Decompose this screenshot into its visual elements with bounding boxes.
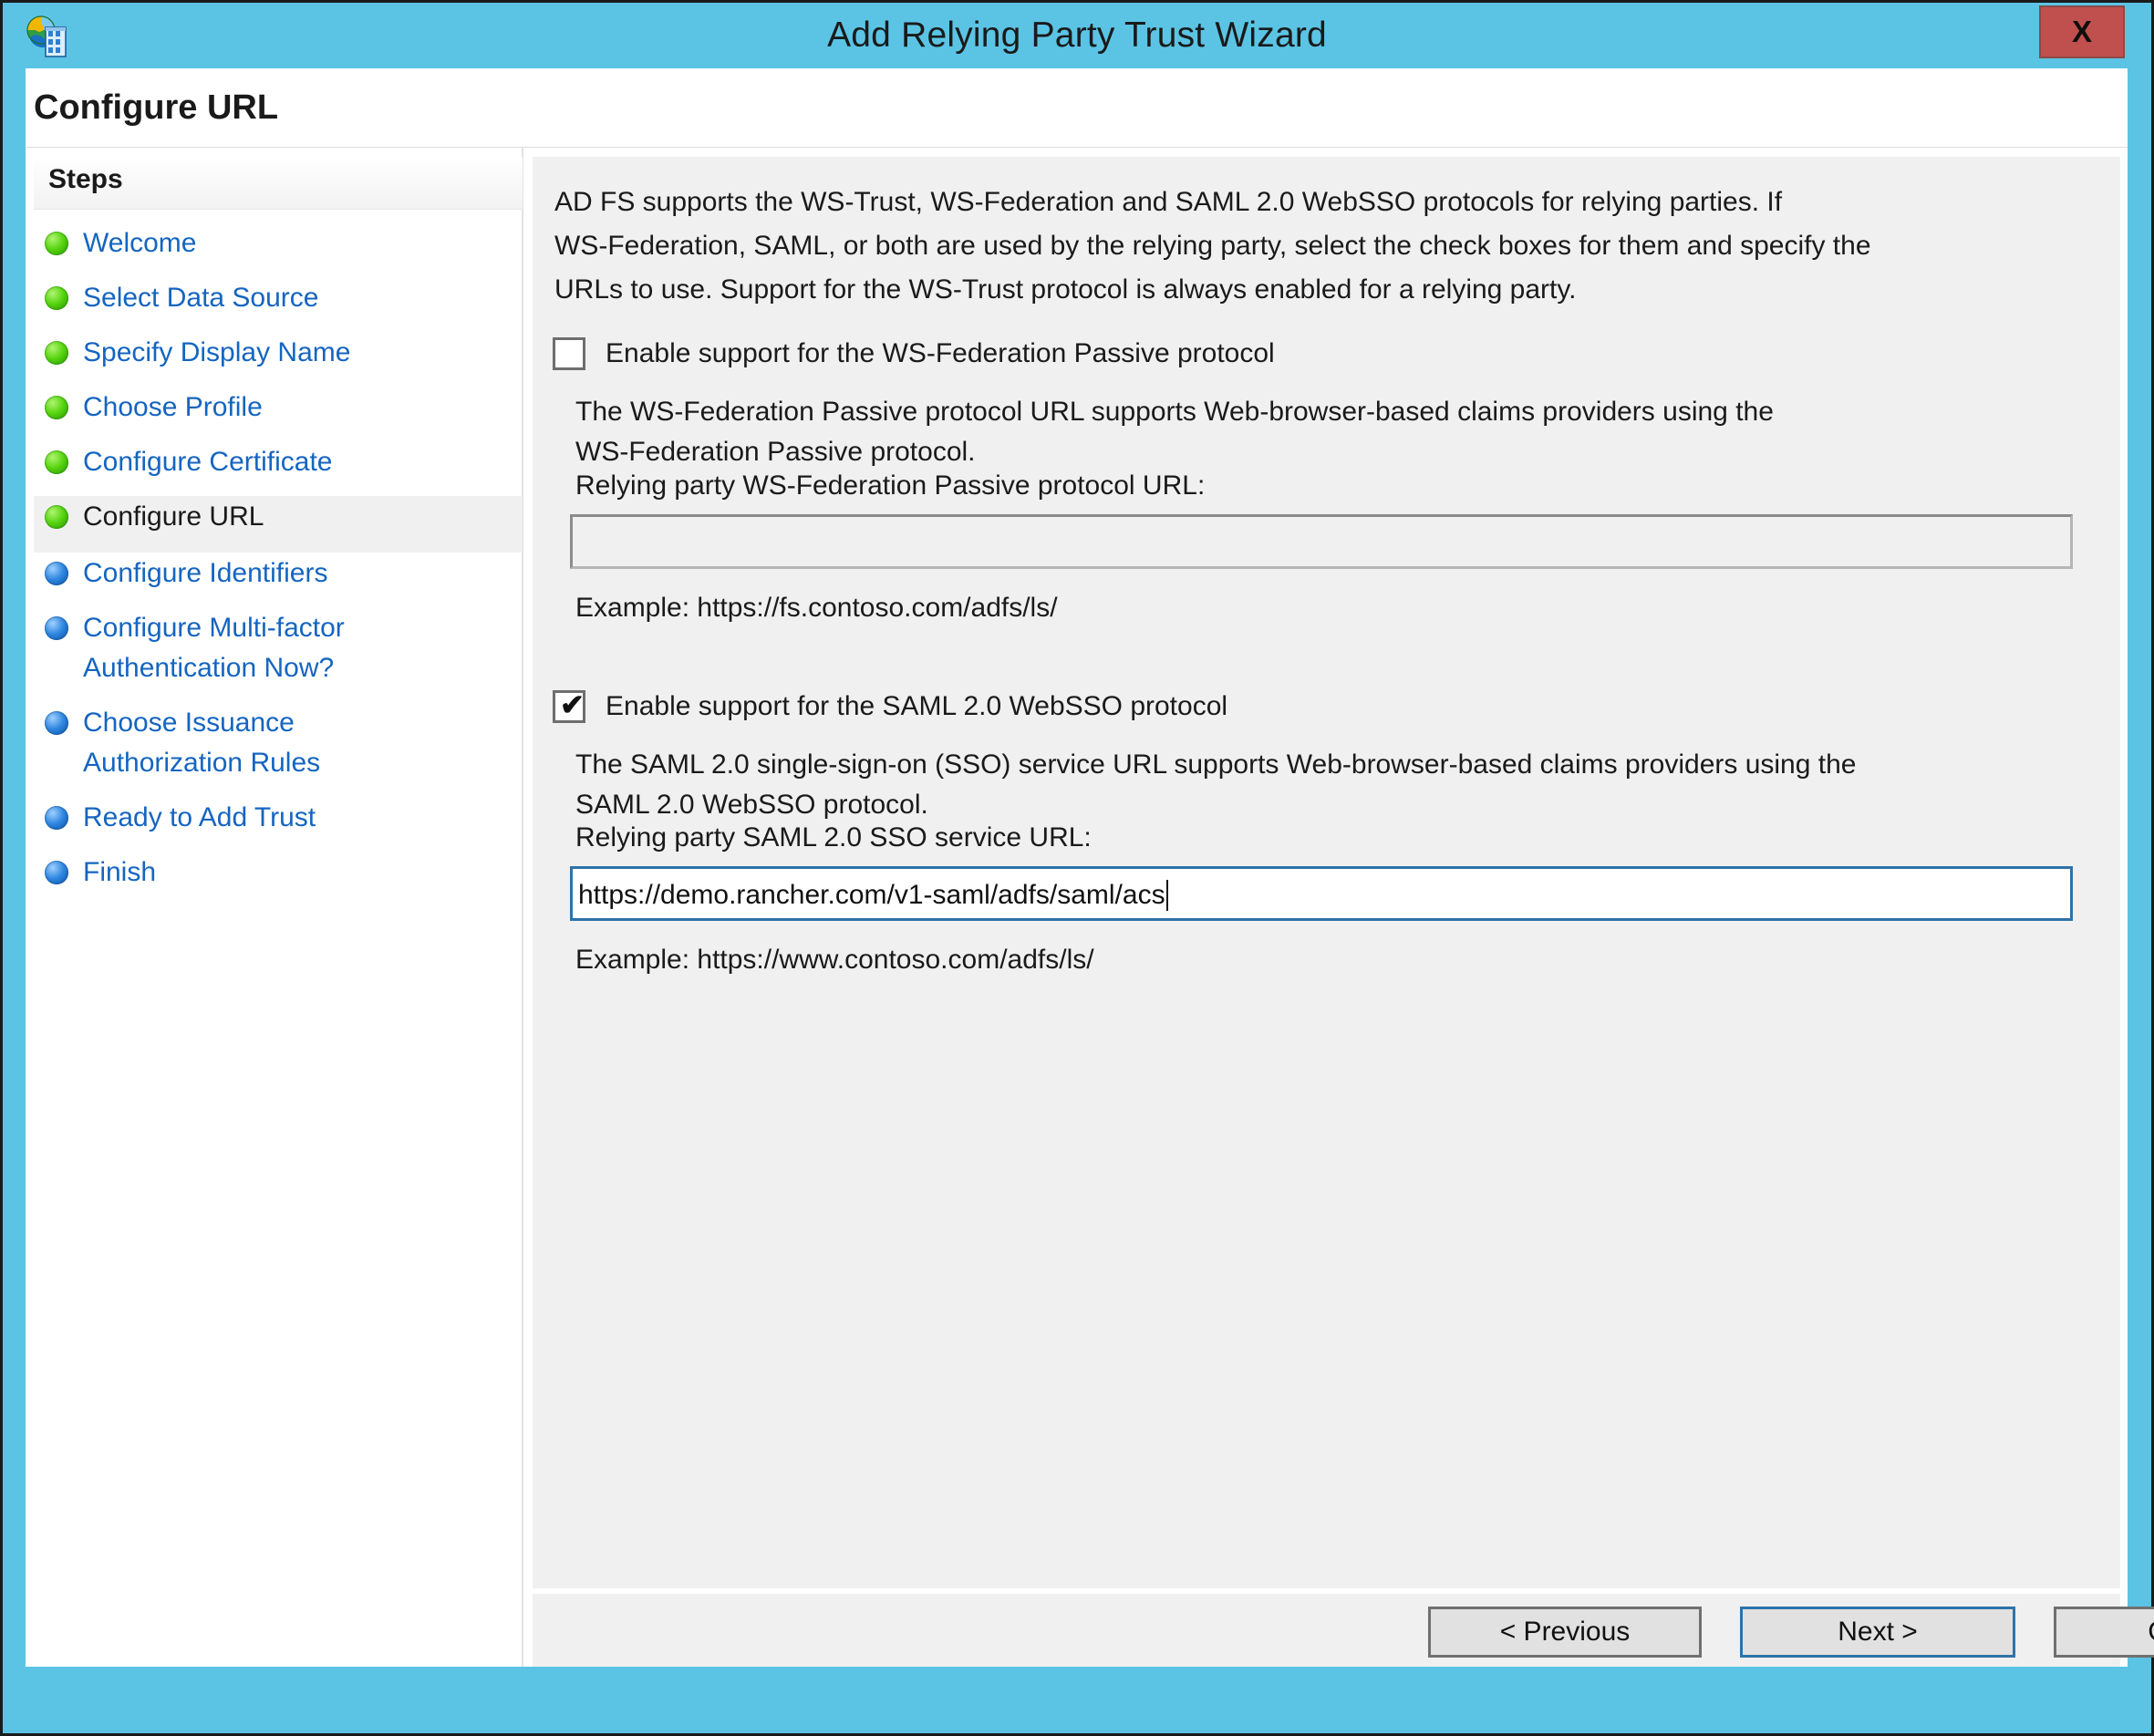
status-dot-complete-icon [45, 232, 68, 255]
wizard-button-bar: < Previous Next > Cancel [533, 1594, 2154, 1667]
status-dot-complete-icon [45, 286, 68, 310]
sidebar-item-label: Specify Display Name [83, 337, 351, 367]
sidebar-item-label: Finish [83, 857, 157, 887]
cancel-button[interactable]: Cancel [2054, 1607, 2154, 1658]
sidebar-item-welcome[interactable]: Welcome [34, 222, 523, 277]
saml-url-input-value: https://demo.rancher.com/v1-saml/adfs/sa… [578, 880, 1165, 910]
status-dot-complete-icon [45, 396, 68, 419]
sidebar-item-choose-issuance-rules[interactable]: Choose Issuance Authorization Rules [34, 702, 523, 797]
wsfed-enable-checkbox-label: Enable support for the WS-Federation Pas… [606, 338, 1275, 368]
sidebar-item-label: Welcome [83, 228, 197, 258]
sidebar-item-label: Select Data Source [83, 283, 319, 313]
sidebar-item-select-data-source[interactable]: Select Data Source [34, 277, 523, 332]
sidebar-item-configure-identifiers[interactable]: Configure Identifiers [34, 553, 523, 607]
status-dot-pending-icon [45, 616, 68, 640]
window-title: Add Relying Party Trust Wizard [827, 16, 1327, 55]
page-title: Configure URL [34, 88, 279, 127]
steps-sidebar: Steps Welcome Select Data Source Specify… [26, 148, 523, 1667]
sidebar-item-label: Choose Profile [83, 392, 263, 422]
wsfed-enable-checkbox-row[interactable]: Enable support for the WS-Federation Pas… [553, 337, 1275, 370]
sidebar-item-configure-certificate[interactable]: Configure Certificate [34, 441, 523, 496]
checkmark-icon: ✔ [560, 688, 585, 721]
next-button[interactable]: Next > [1740, 1607, 2015, 1658]
text-caret [1165, 880, 1168, 911]
saml-url-input[interactable]: https://demo.rancher.com/v1-saml/adfs/sa… [570, 866, 2073, 921]
saml-url-label: Relying party SAML 2.0 SSO service URL: [575, 822, 1092, 852]
sidebar-item-ready-to-add-trust[interactable]: Ready to Add Trust [34, 797, 523, 852]
status-dot-pending-icon [45, 861, 68, 884]
title-bar: Add Relying Party Trust Wizard X [3, 3, 2151, 68]
wizard-main-panel: AD FS supports the WS-Trust, WS-Federati… [525, 148, 2154, 1667]
steps-header: Steps [34, 157, 523, 210]
sidebar-item-configure-url[interactable]: Configure URL [34, 496, 523, 553]
sidebar-item-label: Configure Certificate [83, 447, 333, 477]
status-dot-pending-icon [45, 562, 68, 585]
sidebar-item-label: Configure URL [83, 501, 264, 532]
saml-description: The SAML 2.0 single-sign-on (SSO) servic… [575, 749, 1857, 820]
wizard-window: Add Relying Party Trust Wizard X Configu… [0, 0, 2154, 1736]
sidebar-item-configure-multifactor[interactable]: Configure Multi-factor Authentication No… [34, 607, 523, 702]
status-dot-complete-icon [45, 505, 68, 529]
wizard-client-area: Configure URL Steps Welcome Select Data … [26, 68, 2154, 1667]
status-dot-complete-icon [45, 341, 68, 365]
wsfed-example-text: Example: https://fs.contoso.com/adfs/ls/ [575, 593, 1058, 623]
wsfed-url-label: Relying party WS-Federation Passive prot… [575, 470, 1206, 501]
close-button[interactable]: X [2039, 5, 2125, 58]
saml-enable-checkbox-label: Enable support for the SAML 2.0 WebSSO p… [606, 691, 1228, 721]
saml-example-text: Example: https://www.contoso.com/adfs/ls… [575, 945, 1094, 975]
saml-enable-checkbox[interactable]: ✔ [553, 688, 585, 723]
intro-paragraph: AD FS supports the WS-Trust, WS-Federati… [554, 187, 1871, 305]
sidebar-item-finish[interactable]: Finish [34, 852, 523, 906]
status-dot-pending-icon [45, 806, 68, 830]
sidebar-item-choose-profile[interactable]: Choose Profile [34, 387, 523, 441]
steps-header-label: Steps [48, 164, 123, 194]
wsfed-url-input[interactable] [570, 514, 2073, 569]
wsfed-enable-checkbox[interactable] [553, 337, 585, 370]
sidebar-item-specify-display-name[interactable]: Specify Display Name [34, 332, 523, 387]
configure-url-form: AD FS supports the WS-Trust, WS-Federati… [533, 157, 2120, 1588]
sidebar-item-label: Ready to Add Trust [83, 802, 316, 832]
status-dot-complete-icon [45, 450, 68, 474]
sidebar-item-label: Choose Issuance Authorization Rules [83, 708, 321, 778]
sidebar-item-label: Configure Multi-factor Authentication No… [83, 613, 345, 683]
previous-button[interactable]: < Previous [1428, 1607, 1702, 1658]
wsfed-description: The WS-Federation Passive protocol URL s… [575, 397, 1774, 467]
sidebar-item-label: Configure Identifiers [83, 558, 328, 588]
saml-enable-checkbox-row[interactable]: ✔ Enable support for the SAML 2.0 WebSSO… [553, 688, 1228, 723]
status-dot-pending-icon [45, 711, 68, 735]
